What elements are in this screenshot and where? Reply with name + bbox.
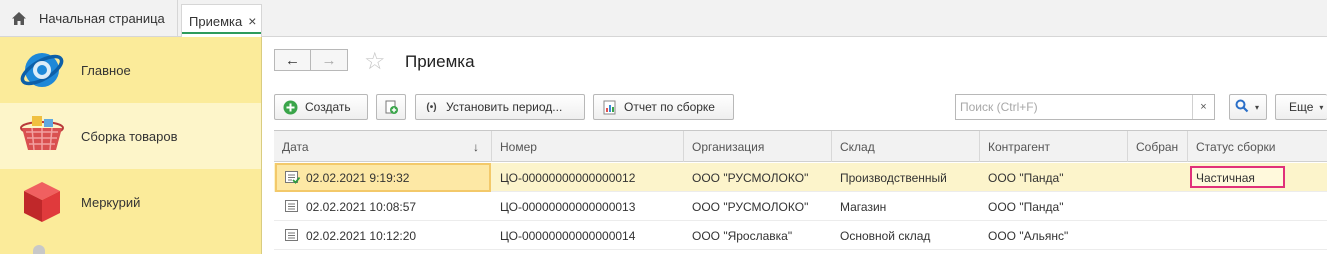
cell-collected [1128, 221, 1136, 250]
cell-organization: ООО "РУСМОЛОКО" [692, 170, 809, 185]
chevron-down-icon: ▾ [1255, 102, 1260, 112]
column-header-warehouse[interactable]: Склад [832, 131, 980, 162]
column-header-number[interactable]: Номер [492, 131, 684, 162]
table-header: Дата ↓ Номер Организация Склад Контраген… [274, 131, 1327, 162]
favorite-star-icon[interactable]: ☆ [364, 47, 386, 76]
create-label: Создать [305, 100, 351, 114]
tab-priemka-label: Приемка [189, 13, 243, 29]
table-row[interactable]: 02.02.2021 9:19:32 ЦО-00000000000000012 … [274, 163, 1327, 192]
create-button[interactable]: Создать [274, 94, 368, 120]
back-button[interactable]: ← [274, 49, 311, 71]
page-title: Приемка [405, 52, 475, 71]
toolbar: Создать (•) Установить период... Отчет п… [274, 94, 1327, 120]
sidebar: Главное Сборка товаров Меркурий [0, 37, 262, 254]
cell-status [1188, 192, 1196, 221]
sidebar-item-label: Сборка товаров [81, 128, 178, 144]
cell-partner: ООО "Панда" [988, 170, 1064, 185]
main-panel: ← → ☆ Приемка Создать (•) Установить пер… [262, 37, 1327, 254]
forward-button[interactable]: → [311, 49, 348, 71]
tab-priemka[interactable]: Приемка × [181, 4, 262, 37]
cell-date: 02.02.2021 10:08:57 [306, 199, 417, 214]
tab-home[interactable]: Начальная страница [0, 0, 178, 36]
tab-bar: Начальная страница Приемка × [0, 0, 1327, 37]
cell-date: 02.02.2021 9:19:32 [306, 170, 410, 185]
column-header-status[interactable]: Статус сборки [1188, 131, 1327, 162]
report-label: Отчет по сборке [624, 100, 715, 114]
sidebar-item-label: Меркурий [81, 194, 141, 210]
cell-warehouse: Магазин [840, 199, 887, 214]
cell-status [1188, 221, 1196, 250]
cell-warehouse: Производственный [840, 170, 947, 185]
period-icon: (•) [426, 101, 437, 113]
set-period-label: Установить период... [446, 100, 563, 114]
search-box: × [955, 94, 1215, 120]
sidebar-item-label: Главное [81, 62, 131, 78]
sidebar-item-main[interactable]: Главное [0, 37, 261, 103]
more-label: Еще [1289, 100, 1314, 114]
red-cube-icon [24, 182, 60, 222]
cell-organization: ООО "Ярославка" [692, 228, 793, 243]
table-row[interactable]: 02.02.2021 10:12:20 ЦО-00000000000000014… [274, 221, 1327, 250]
column-header-collected[interactable]: Собран [1128, 131, 1188, 162]
copy-button[interactable] [376, 94, 406, 120]
sidebar-item-mercury[interactable]: Меркурий [0, 169, 261, 235]
home-icon [12, 10, 28, 26]
cell-number: ЦО-00000000000000012 [500, 170, 636, 185]
sort-descending-icon: ↓ [473, 139, 479, 154]
column-header-organization[interactable]: Организация [684, 131, 832, 162]
cell-number: ЦО-00000000000000014 [500, 228, 636, 243]
cell-partner: ООО "Панда" [988, 199, 1064, 214]
cell-status: Частичная [1196, 170, 1255, 185]
documents-table: Дата ↓ Номер Организация Склад Контраген… [274, 130, 1327, 254]
more-button[interactable]: Еще ▾ [1275, 94, 1327, 120]
search-input[interactable] [956, 96, 1192, 118]
cell-number: ЦО-00000000000000013 [500, 199, 636, 214]
search-dropdown-button[interactable]: ▾ [1229, 94, 1267, 120]
nav-buttons: ← → [274, 49, 348, 71]
sidebar-item-partial-icon [33, 245, 45, 254]
column-header-date[interactable]: Дата ↓ [274, 131, 492, 162]
globe-icon [20, 53, 64, 87]
cell-warehouse: Основной склад [840, 228, 931, 243]
cell-collected [1128, 192, 1136, 221]
cell-partner: ООО "Альянс" [988, 228, 1069, 243]
report-icon [602, 100, 617, 115]
cell-date: 02.02.2021 10:12:20 [306, 228, 417, 243]
table-row[interactable]: 02.02.2021 10:08:57 ЦО-00000000000000013… [274, 192, 1327, 221]
tab-home-label: Начальная страница [39, 10, 165, 26]
clear-search-icon[interactable]: × [1192, 95, 1214, 119]
sidebar-item-assembly[interactable]: Сборка товаров [0, 103, 261, 169]
add-copy-icon [384, 100, 399, 115]
cell-organization: ООО "РУСМОЛОКО" [692, 199, 809, 214]
assembly-report-button[interactable]: Отчет по сборке [593, 94, 734, 120]
cell-collected [1128, 163, 1136, 192]
set-period-button[interactable]: (•) Установить период... [415, 94, 585, 120]
column-header-partner[interactable]: Контрагент [980, 131, 1128, 162]
search-icon [1235, 99, 1249, 116]
chevron-down-icon: ▾ [1319, 102, 1324, 112]
basket-icon [20, 116, 64, 151]
close-icon[interactable]: × [248, 13, 256, 29]
plus-circle-icon [283, 100, 298, 115]
